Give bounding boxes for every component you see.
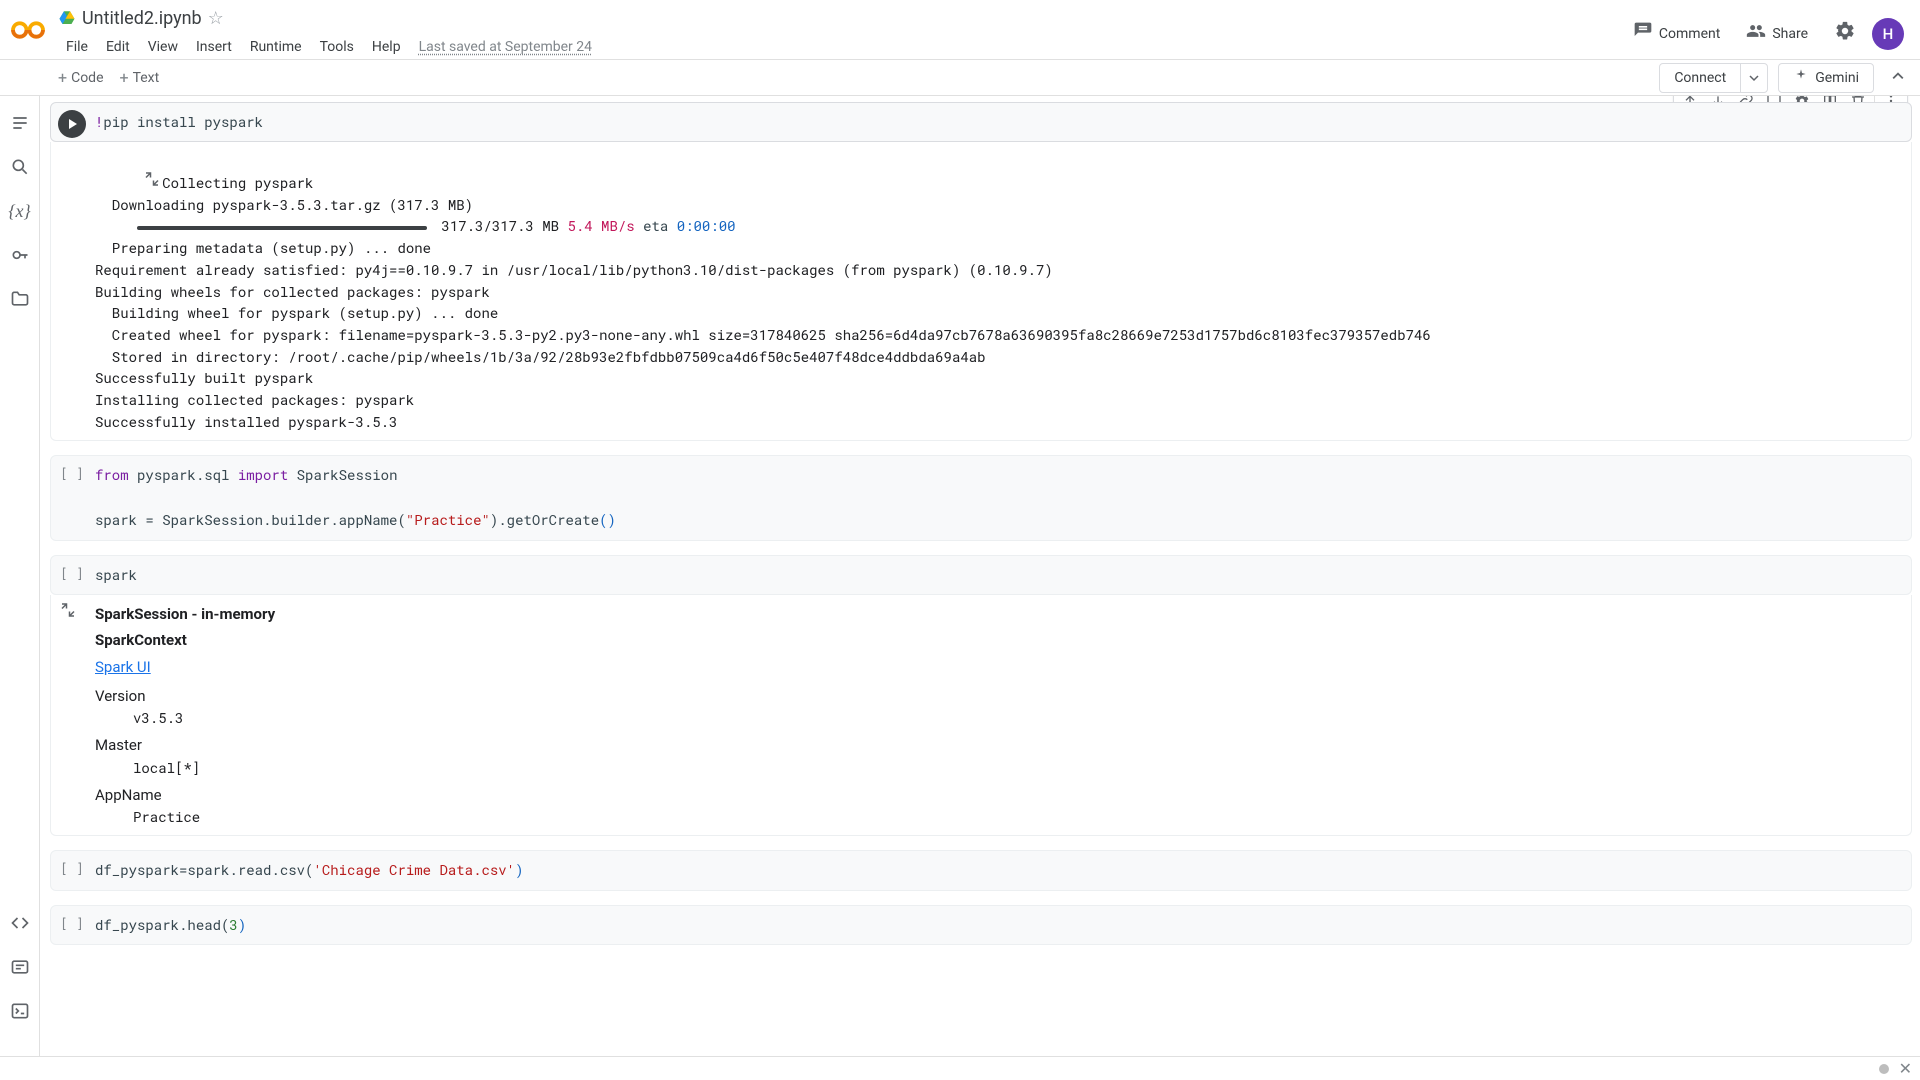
connect-group: Connect (1659, 63, 1768, 93)
menu-help[interactable]: Help (364, 35, 409, 59)
menu-bar: File Edit View Insert Runtime Tools Help… (58, 32, 1623, 62)
out-line: Building wheel for pyspark (setup.py) ..… (95, 303, 498, 322)
progress-bar (137, 226, 427, 230)
progress-text: 317.3/317.3 MB (441, 216, 559, 235)
code-cell[interactable]: [ ]spark SparkSession - in-memory SparkC… (50, 555, 1912, 837)
secrets-icon[interactable] (9, 244, 31, 266)
search-icon[interactable] (9, 156, 31, 178)
out-line: Requirement already satisfied: py4j==0.1… (95, 260, 1053, 279)
cell-output: Collecting pyspark Downloading pyspark-3… (50, 142, 1912, 441)
menu-insert[interactable]: Insert (188, 35, 240, 59)
gemini-button[interactable]: Gemini (1778, 63, 1874, 93)
spark-context-title: SparkContext (95, 629, 1901, 652)
menu-view[interactable]: View (140, 35, 186, 59)
out-line: Successfully built pyspark (95, 368, 313, 387)
connect-dropdown-arrow[interactable] (1740, 64, 1767, 92)
drive-icon (58, 9, 76, 27)
eta-label: eta (643, 216, 668, 235)
code-cell[interactable]: [ ]from pyspark.sql import SparkSession … (50, 455, 1912, 540)
cell-output: SparkSession - in-memory SparkContext Sp… (50, 595, 1912, 837)
progress-rate: 5.4 MB/s (567, 216, 634, 235)
file-name[interactable]: Untitled2.ipynb (82, 8, 202, 29)
eta-value: 0:00:00 (677, 216, 736, 235)
command-palette-icon[interactable] (9, 956, 31, 978)
left-rail: {x} (0, 96, 40, 1056)
add-text-label: Text (133, 70, 160, 86)
terminal-icon[interactable] (9, 1000, 31, 1022)
code-cell[interactable]: [ ]df_pyspark.head(3) (50, 905, 1912, 945)
out-line: Collecting pyspark (162, 173, 313, 192)
files-icon[interactable] (9, 288, 31, 310)
share-label: Share (1772, 26, 1808, 42)
execution-count: [ ] (60, 463, 83, 484)
spark-appname-value: Practice (133, 806, 1901, 827)
spark-master-label: Master (95, 734, 1901, 757)
add-text-cell-button[interactable]: + Text (112, 64, 168, 91)
output-toggle-icon[interactable] (59, 601, 77, 626)
gemini-label: Gemini (1815, 70, 1859, 86)
menu-file[interactable]: File (58, 35, 96, 59)
out-line: Preparing metadata (setup.py) ... done (95, 238, 431, 257)
spark-version-value: v3.5.3 (133, 707, 1901, 728)
out-line: Successfully installed pyspark-3.5.3 (95, 412, 397, 431)
close-panel-icon[interactable]: ✕ (1899, 1059, 1912, 1078)
share-button[interactable]: Share (1736, 15, 1818, 52)
star-icon[interactable]: ☆ (208, 8, 224, 29)
avatar-initial: H (1883, 25, 1894, 43)
code-editor[interactable]: [ ]from pyspark.sql import SparkSession … (50, 455, 1912, 540)
code-cell[interactable]: !pip install pyspark Collecting pyspark … (50, 102, 1912, 441)
people-icon (1746, 21, 1766, 46)
out-line: Building wheels for collected packages: … (95, 282, 490, 301)
code-editor[interactable]: !pip install pyspark (50, 102, 1912, 142)
run-cell-button[interactable] (58, 110, 86, 138)
execution-count: [ ] (60, 913, 83, 934)
out-line: Created wheel for pyspark: filename=pysp… (95, 325, 1431, 344)
toc-icon[interactable] (9, 112, 31, 134)
code-editor[interactable]: [ ]df_pyspark.head(3) (50, 905, 1912, 945)
menu-edit[interactable]: Edit (98, 35, 138, 59)
spark-ui-link[interactable]: Spark UI (95, 658, 151, 676)
play-icon (69, 119, 77, 129)
notebook-content[interactable]: !pip install pyspark Collecting pyspark … (40, 96, 1920, 1056)
spark-master-value: local[*] (133, 757, 1901, 778)
execution-count: [ ] (60, 858, 83, 879)
out-line: Installing collected packages: pyspark (95, 390, 414, 409)
code-editor[interactable]: [ ]spark (50, 555, 1912, 595)
plus-icon: + (58, 68, 67, 87)
spark-session-title: SparkSession - in-memory (95, 603, 1901, 626)
spark-appname-label: AppName (95, 784, 1901, 807)
comment-button[interactable]: Comment (1623, 15, 1730, 52)
sparkle-icon (1793, 68, 1809, 88)
gear-icon (1834, 20, 1856, 47)
connect-button[interactable]: Connect (1660, 70, 1740, 86)
last-saved-label: Last saved at September 24 (419, 39, 592, 55)
code-snippets-icon[interactable] (9, 912, 31, 934)
add-code-label: Code (71, 70, 103, 86)
avatar[interactable]: H (1872, 18, 1904, 50)
status-bar: ✕ (0, 1056, 1920, 1080)
app-header: Untitled2.ipynb ☆ File Edit View Insert … (0, 0, 1920, 60)
status-dot-icon (1879, 1064, 1889, 1074)
code-editor[interactable]: [ ]df_pyspark=spark.read.csv('Chicage Cr… (50, 850, 1912, 890)
comment-icon (1633, 21, 1653, 46)
code-cell[interactable]: [ ]df_pyspark=spark.read.csv('Chicage Cr… (50, 850, 1912, 890)
colab-logo[interactable] (8, 10, 48, 50)
output-toggle-icon[interactable] (59, 148, 161, 215)
plus-icon: + (120, 68, 129, 87)
menu-tools[interactable]: Tools (312, 35, 362, 59)
settings-gear-button[interactable] (1824, 14, 1866, 53)
out-line: Stored in directory: /root/.cache/pip/wh… (95, 347, 986, 366)
collapse-toolbar-button[interactable] (1884, 66, 1912, 90)
notebook-toolbar: + Code + Text Connect Gemini (0, 60, 1920, 96)
menu-runtime[interactable]: Runtime (242, 35, 310, 59)
spark-version-label: Version (95, 685, 1901, 708)
execution-count: [ ] (60, 563, 83, 584)
add-code-cell-button[interactable]: + Code (50, 64, 112, 91)
variables-icon[interactable]: {x} (9, 200, 31, 222)
comment-label: Comment (1659, 26, 1720, 42)
